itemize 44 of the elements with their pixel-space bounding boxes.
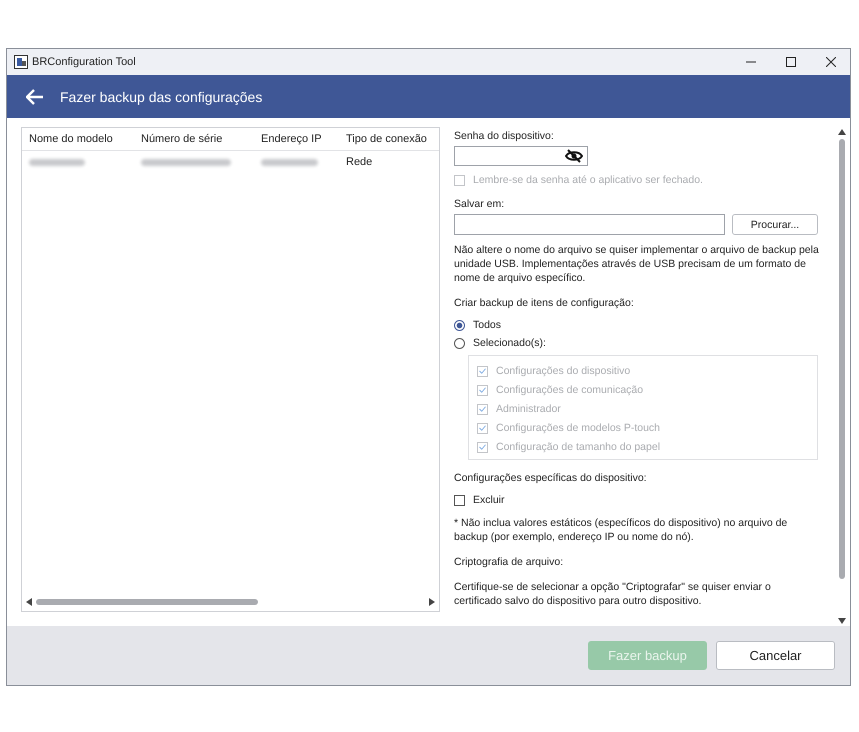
radio-button[interactable]	[454, 320, 465, 330]
app-icon	[14, 55, 28, 69]
checkbox-label: Excluir	[473, 494, 505, 506]
scroll-left-icon[interactable]	[26, 598, 32, 606]
horizontal-scrollbar-thumb[interactable]	[36, 599, 258, 605]
help-text: Não altere o nome do arquivo se quiser implementar o arquivo de backup pela unidade USB. Implementações através de USB precisam de um formato de nome de arquivo específico.	[454, 243, 819, 285]
column-header: Endereço IP	[261, 133, 323, 145]
close-icon[interactable]	[826, 57, 836, 67]
path-field[interactable]	[454, 214, 725, 235]
cancel-button[interactable]: Cancelar	[716, 641, 835, 670]
checkbox-label: Configurações de comunicação	[496, 384, 644, 396]
table-cell-text: Rede	[346, 156, 374, 168]
blurred-text	[261, 158, 318, 166]
page-title: Fazer backup das configurações	[60, 88, 262, 104]
section-label: Criar backup de itens de configuração:	[454, 297, 634, 309]
scroll-right-icon[interactable]	[429, 598, 435, 606]
radio-label: Selecionado(s):	[473, 337, 546, 349]
help-text: * Não inclua valores estáticos (específicos do dispositivo) no arquivo de backup (por exemplo, endereço IP ou nome do nó).	[454, 516, 788, 544]
vertical-scrollbar-thumb[interactable]	[839, 139, 845, 579]
hidden-eye-icon[interactable]	[565, 149, 583, 163]
help-text: Certifique-se de selecionar a opção "Criptografar" se quiser enviar o certificado salvo do dispositivo para outro dispositivo.	[454, 580, 772, 608]
checkbox[interactable]	[454, 494, 465, 506]
checkbox-label: Administrador	[496, 403, 561, 415]
radio-label: Todos	[473, 319, 502, 331]
section-label: Criptografia de arquivo:	[454, 556, 564, 568]
scroll-up-icon[interactable]	[838, 129, 846, 135]
maximize-icon[interactable]	[786, 57, 796, 67]
checkbox-label: Configuração de tamanho do papel	[496, 441, 660, 453]
scroll-down-icon[interactable]	[838, 618, 846, 624]
column-header: Número de série	[141, 133, 224, 145]
password-field[interactable]	[454, 146, 588, 166]
window-title: BRConfiguration Tool	[32, 56, 136, 68]
checkbox-label: Configurações do dispositivo	[496, 365, 630, 377]
field-label: Senha do dispositivo:	[454, 130, 554, 142]
column-header: Tipo de conexão	[346, 133, 428, 145]
section-label: Configurações específicas do dispositivo:	[454, 472, 647, 484]
field-label: Salvar em:	[454, 198, 504, 210]
checkbox-label: Lembre-se da senha até o aplicativo ser fechado.	[473, 174, 703, 186]
checkbox-label: Configurações de modelos P-touch	[496, 422, 660, 434]
column-header: Nome do modelo	[28, 133, 114, 145]
back-arrow-icon[interactable]	[26, 88, 44, 104]
blurred-text	[29, 158, 85, 166]
browse-button[interactable]: Procurar...	[732, 214, 818, 235]
radio-button[interactable]	[454, 338, 465, 348]
